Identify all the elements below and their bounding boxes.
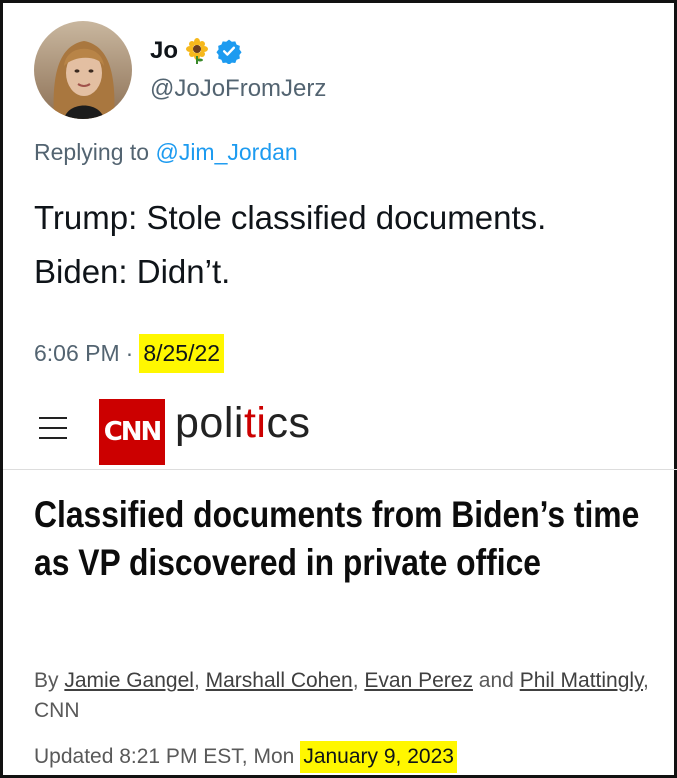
verified-badge-icon <box>216 38 242 65</box>
replying-to: Replying to @Jim_Jordan <box>34 139 298 166</box>
cnn-logo-text: CNN <box>103 417 163 447</box>
author-link[interactable]: Marshall Cohen <box>206 669 353 692</box>
tweet-text: Trump: Stole classified documents. Biden… <box>34 191 546 299</box>
author-handle[interactable]: @JoJoFromJerz <box>150 75 326 103</box>
author-link[interactable]: Evan Perez <box>364 669 473 692</box>
author-name[interactable]: Jo <box>150 37 178 65</box>
byline-separator: , <box>352 669 359 692</box>
byline-prefix: By <box>34 669 59 692</box>
avatar[interactable] <box>34 21 132 119</box>
section-title[interactable]: politics <box>175 399 310 448</box>
author-link[interactable]: Jamie Gangel <box>64 669 194 692</box>
section-title-part: cs <box>266 399 311 447</box>
screenshot-frame: Jo @JoJoFromJerz Replying to @Jim_Jordan… <box>0 0 677 778</box>
tweet-time[interactable]: 6:06 PM <box>34 340 120 367</box>
author-link[interactable]: Phil Mattingly <box>520 669 643 692</box>
sunflower-icon <box>184 38 210 64</box>
mention-link[interactable]: @Jim_Jordan <box>155 139 297 165</box>
tweet-author-row: Jo <box>150 37 242 65</box>
updated-date-highlighted: January 9, 2023 <box>300 741 457 773</box>
separator-dot: · <box>125 340 134 366</box>
tweet-text-line: Trump: Stole classified documents. <box>34 199 547 236</box>
tweet-text-line: Biden: Didn’t. <box>34 253 231 290</box>
hamburger-menu-icon[interactable] <box>39 417 67 439</box>
article-byline: By Jamie Gangel, Marshall Cohen, Evan Pe… <box>34 666 654 726</box>
byline-separator: , <box>193 669 200 692</box>
cnn-logo[interactable]: CNN <box>99 399 165 465</box>
tweet-date-highlighted[interactable]: 8/25/22 <box>139 334 225 373</box>
article-updated: Updated 8:21 PM EST, Mon January 9, 2023 <box>34 741 457 773</box>
replying-prefix: Replying to <box>34 139 150 165</box>
byline-and: and <box>478 669 514 692</box>
article-headline: Classified documents from Biden’s time a… <box>34 494 640 583</box>
section-title-part: poli <box>175 399 244 447</box>
divider <box>3 469 677 470</box>
tweet-timestamp: 6:06 PM · 8/25/22 <box>34 334 225 373</box>
updated-prefix: Updated 8:21 PM EST, Mon <box>34 745 295 768</box>
section-title-accent: ti <box>243 399 267 447</box>
